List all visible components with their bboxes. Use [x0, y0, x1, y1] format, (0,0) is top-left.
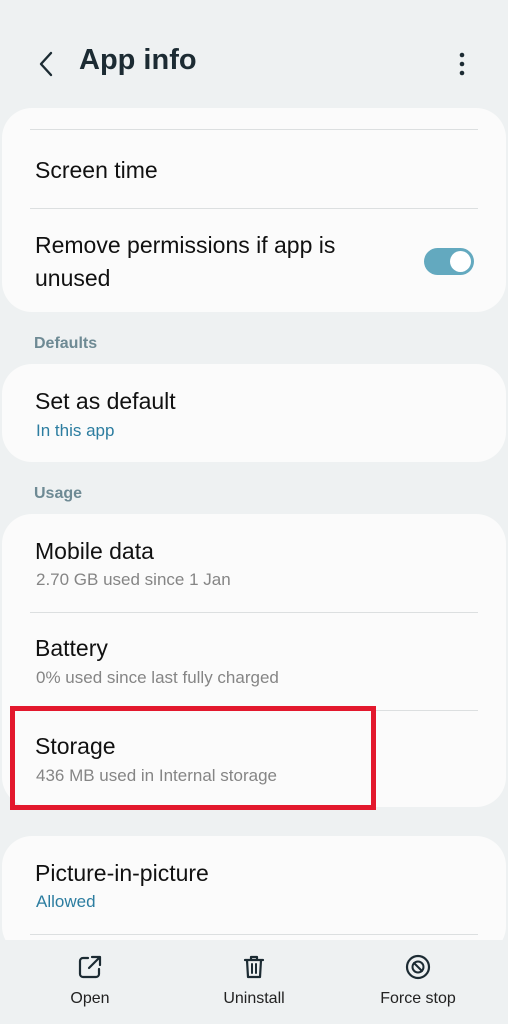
open-button[interactable]: Open	[25, 940, 155, 1024]
set-as-default-subtitle: In this app	[36, 421, 115, 440]
chevron-left-icon	[39, 51, 53, 77]
pip-card: Picture-in-picture Allowed	[2, 836, 506, 956]
picture-in-picture-item[interactable]: Picture-in-picture Allowed	[2, 836, 506, 934]
stop-circle-icon	[403, 952, 433, 982]
open-external-icon	[75, 952, 105, 982]
pip-subtitle: Allowed	[36, 892, 96, 911]
mobile-data-label: Mobile data	[35, 538, 154, 564]
screen-time-item[interactable]: Screen time	[2, 130, 506, 208]
remove-permissions-toggle[interactable]	[424, 248, 474, 275]
remove-permissions-label-line1: Remove permissions if app is	[35, 232, 336, 258]
set-as-default-item[interactable]: Set as default In this app	[2, 364, 506, 462]
bottom-action-bar: Open Uninstall Force stop	[0, 940, 508, 1024]
uninstall-label: Uninstall	[223, 990, 285, 1007]
more-vertical-icon	[459, 52, 465, 76]
mobile-data-item[interactable]: Mobile data 2.70 GB used since 1 Jan	[2, 514, 506, 612]
screen-time-label: Screen time	[35, 157, 158, 183]
app-bar: App info	[0, 0, 508, 110]
settings-card-top: Screen time Remove permissions if app is…	[2, 108, 506, 312]
section-label-defaults: Defaults	[34, 335, 98, 352]
battery-subtitle: 0% used since last fully charged	[36, 668, 279, 687]
set-as-default-label: Set as default	[35, 388, 176, 414]
remove-permissions-label-line2: unused	[35, 265, 111, 291]
pip-label: Picture-in-picture	[35, 860, 209, 886]
more-options-button[interactable]	[442, 44, 482, 84]
trash-icon	[239, 952, 269, 982]
battery-label: Battery	[35, 635, 108, 661]
toggle-knob	[450, 251, 471, 272]
section-label-usage: Usage	[34, 485, 83, 502]
mobile-data-subtitle: 2.70 GB used since 1 Jan	[36, 570, 231, 589]
back-button[interactable]	[26, 44, 66, 84]
force-stop-label: Force stop	[380, 990, 456, 1007]
storage-highlight-box	[10, 706, 376, 810]
page-title: App info	[79, 44, 197, 76]
force-stop-button[interactable]: Force stop	[353, 940, 483, 1024]
divider	[30, 934, 478, 935]
battery-item[interactable]: Battery 0% used since last fully charged	[2, 613, 506, 710]
uninstall-button[interactable]: Uninstall	[189, 940, 319, 1024]
open-label: Open	[70, 990, 110, 1007]
